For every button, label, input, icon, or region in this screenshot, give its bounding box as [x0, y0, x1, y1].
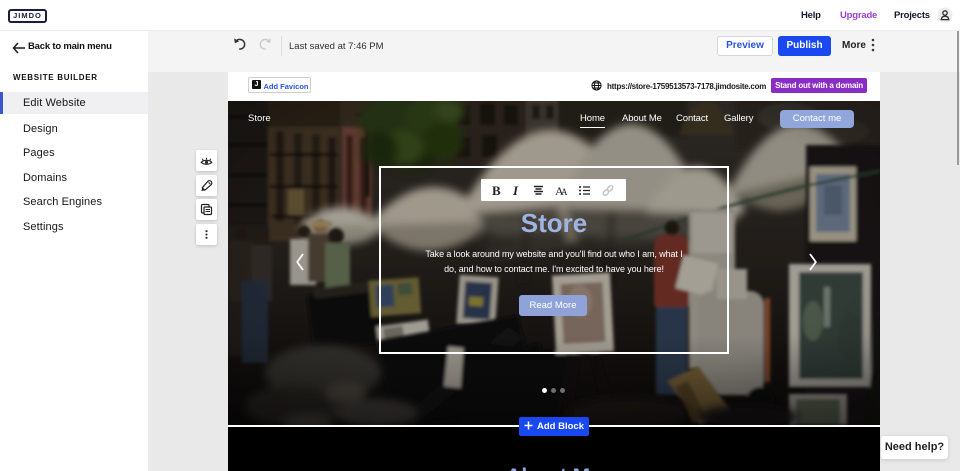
svg-text:I: I	[513, 184, 519, 197]
svg-text:B: B	[492, 184, 501, 197]
svg-text:A: A	[561, 187, 568, 197]
